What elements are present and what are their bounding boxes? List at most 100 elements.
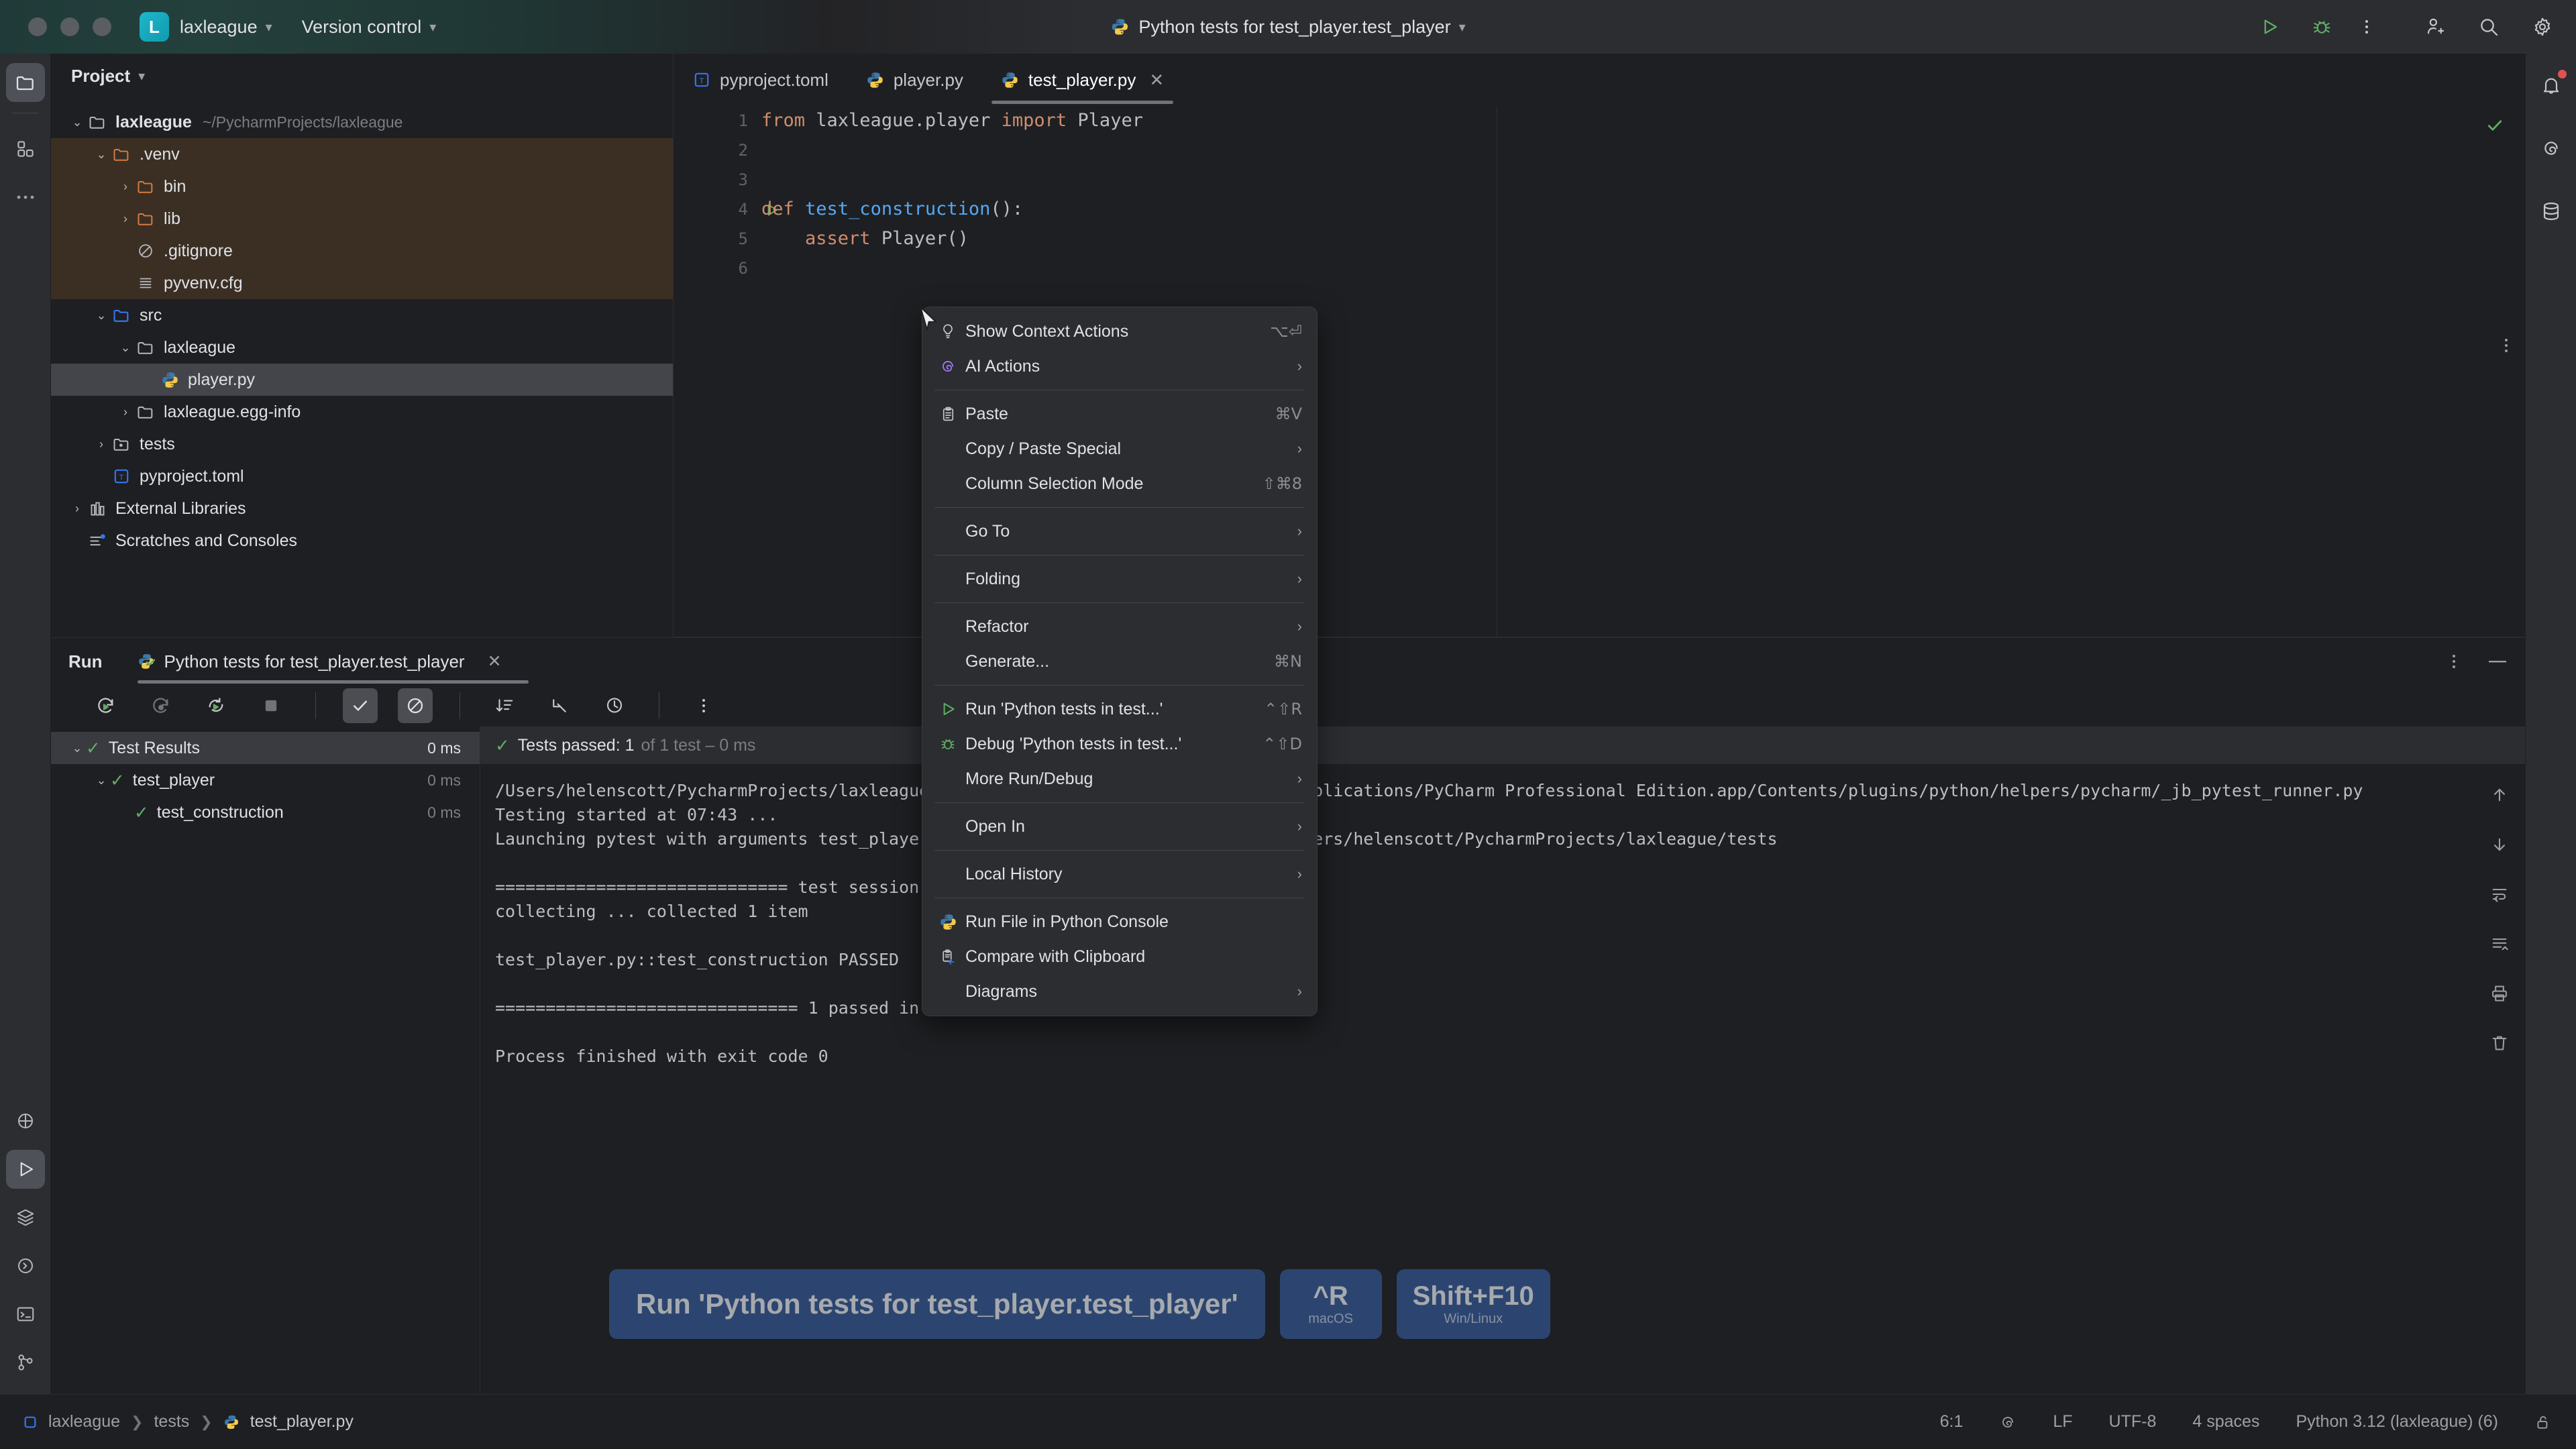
breadcrumb-item-project[interactable]: laxleague (48, 1412, 120, 1432)
maximize-window-button[interactable] (93, 17, 111, 36)
chevron-right-icon[interactable]: › (93, 437, 110, 451)
editor-tab-pyproject-toml[interactable]: Tpyproject.toml (674, 54, 847, 106)
chevron-down-icon[interactable]: ⌄ (68, 116, 86, 128)
menu-item-run-python-tests-in-test[interactable]: Run 'Python tests in test...' ⌃⇧R (922, 692, 1317, 727)
chevron-right-icon[interactable]: › (117, 180, 134, 194)
project-tree-item-tests[interactable]: › tests (51, 428, 673, 460)
menu-item-folding[interactable]: Folding › (922, 561, 1317, 596)
editor-tabs-more-icon[interactable] (2504, 335, 2509, 356)
project-tree-item-lib[interactable]: › lib (51, 203, 673, 235)
breadcrumb-item-folder[interactable]: tests (154, 1412, 189, 1432)
project-tree-item-laxleague[interactable]: ⌄ laxleague (51, 331, 673, 364)
print-icon[interactable] (2490, 984, 2509, 1003)
debug-icon[interactable] (2312, 17, 2332, 37)
soft-wrap-icon[interactable] (2490, 885, 2509, 904)
chevron-right-icon[interactable]: › (68, 502, 86, 516)
show-passed-tests-icon[interactable] (343, 688, 378, 723)
chevron-down-icon[interactable]: ⌄ (93, 148, 110, 160)
menu-item-column-selection-mode[interactable]: Column Selection Mode ⇧⌘8 (922, 466, 1317, 501)
version-control-widget[interactable]: Version control ▾ (302, 17, 437, 38)
ai-assistant-icon[interactable] (2532, 129, 2571, 168)
sidebar-item-version-control[interactable] (6, 1343, 45, 1382)
unlock-icon[interactable] (2534, 1413, 2552, 1431)
menu-item-ai-actions[interactable]: AI Actions › (922, 349, 1317, 384)
menu-item-run-file-in-python-console[interactable]: Run File in Python Console (922, 904, 1317, 939)
menu-item-diagrams[interactable]: Diagrams › (922, 974, 1317, 1009)
menu-item-compare-with-clipboard[interactable]: Compare with Clipboard (922, 939, 1317, 974)
breadcrumb-item-file[interactable]: test_player.py (250, 1412, 354, 1432)
test-tree-item-test-player[interactable]: ⌄ ✓ test_player 0 ms (51, 764, 480, 796)
sidebar-item-run[interactable] (5, 1150, 45, 1189)
chevron-down-icon[interactable]: ⌄ (93, 774, 110, 786)
project-panel-header[interactable]: Project ▾ (51, 54, 673, 98)
inspections-ok-icon[interactable] (2485, 115, 2505, 136)
gear-icon[interactable] (2532, 16, 2553, 38)
more-options-icon[interactable] (686, 688, 721, 723)
project-tree-item-external-libraries[interactable]: › External Libraries (51, 492, 673, 525)
run-icon[interactable] (2259, 17, 2279, 37)
window-controls[interactable] (28, 17, 111, 36)
project-file-tree[interactable]: ⌄ laxleague ~/PycharmProjects/laxleague ⌄ .v… (51, 98, 673, 557)
breadcrumb[interactable]: laxleague ❯ tests ❯ test_player.py (0, 1412, 354, 1432)
clear-all-icon[interactable] (2490, 1034, 2509, 1053)
search-icon[interactable] (2478, 16, 2500, 38)
sort-by-duration-icon[interactable] (487, 688, 522, 723)
menu-item-copy-paste-special[interactable]: Copy / Paste Special › (922, 431, 1317, 466)
menu-item-show-context-actions[interactable]: Show Context Actions ⌥⏎ (922, 314, 1317, 349)
project-tree-item-laxleague[interactable]: ⌄ laxleague ~/PycharmProjects/laxleague (51, 106, 673, 138)
menu-item-debug-python-tests-in-test[interactable]: Debug 'Python tests in test...' ⌃⇧D (922, 727, 1317, 761)
sidebar-item-more-tools[interactable] (6, 178, 45, 217)
editor-gutter[interactable]: 1 2 3 4 5 6 (674, 106, 777, 637)
editor-context-menu[interactable]: Show Context Actions ⌥⏎ AI Actions › Paste ⌘V… (922, 307, 1318, 1016)
chevron-down-icon[interactable]: ▾ (138, 68, 145, 85)
close-window-button[interactable] (28, 17, 47, 36)
chevron-down-icon[interactable]: ⌄ (68, 742, 86, 754)
test-tree-item-test-construction[interactable]: ✓ test_construction 0 ms (51, 796, 480, 828)
history-icon[interactable] (597, 688, 632, 723)
sidebar-item-project[interactable] (5, 63, 45, 102)
project-tree-item-player-py[interactable]: player.py (51, 364, 673, 396)
more-actions-icon[interactable] (2364, 17, 2369, 37)
sidebar-item-python-packages[interactable] (6, 1102, 45, 1140)
ai-assistant-icon[interactable] (1999, 1413, 2017, 1431)
run-configuration-tab[interactable]: Python tests for test_player.test_player… (137, 638, 529, 685)
chevron-right-icon[interactable]: › (117, 212, 134, 226)
show-ignored-tests-icon[interactable] (398, 688, 433, 723)
editor-tab-test-player-py[interactable]: test_player.py ✕ (982, 54, 1183, 106)
project-tree-item--venv[interactable]: ⌄ .venv (51, 138, 673, 170)
sidebar-item-services[interactable] (6, 1198, 45, 1237)
menu-item-go-to[interactable]: Go To › (922, 514, 1317, 549)
menu-item-local-history[interactable]: Local History › (922, 857, 1317, 892)
wrap-lines-icon[interactable] (2490, 934, 2509, 953)
sidebar-item-structure[interactable] (6, 129, 45, 168)
project-tree-item-pyvenv-cfg[interactable]: pyvenv.cfg (51, 267, 673, 299)
menu-item-refactor[interactable]: Refactor › (922, 609, 1317, 644)
sidebar-item-python-console[interactable] (6, 1246, 45, 1285)
minimize-window-button[interactable] (60, 17, 79, 36)
toggle-auto-test-icon[interactable] (199, 688, 233, 723)
interpreter-label[interactable]: Python 3.12 (laxleague) (6) (2296, 1412, 2498, 1432)
sidebar-item-terminal[interactable] (6, 1295, 45, 1334)
menu-item-open-in[interactable]: Open In › (922, 809, 1317, 844)
encoding-label[interactable]: UTF-8 (2109, 1412, 2157, 1432)
minimize-panel-icon[interactable] (2487, 658, 2508, 665)
database-icon[interactable] (2532, 192, 2571, 231)
caret-position-label[interactable]: 6:1 (1940, 1412, 1964, 1432)
chevron-down-icon[interactable]: ▾ (266, 19, 272, 36)
notifications-icon[interactable] (2532, 66, 2571, 105)
editor-tab-player-py[interactable]: player.py (847, 54, 982, 106)
project-tree-item-src[interactable]: ⌄ src (51, 299, 673, 331)
project-tree-item-pyproject-toml[interactable]: Tpyproject.toml (51, 460, 673, 492)
chevron-down-icon[interactable]: ⌄ (93, 309, 110, 321)
more-options-icon[interactable] (2451, 651, 2457, 672)
line-separator-label[interactable]: LF (2053, 1412, 2072, 1432)
run-configuration-widget[interactable]: Python tests for test_player.test_player… (1110, 17, 1466, 38)
expand-collapse-icon[interactable] (542, 688, 577, 723)
chevron-down-icon[interactable]: ⌄ (117, 341, 134, 354)
stop-icon[interactable] (254, 688, 288, 723)
test-results-tree[interactable]: ⌄ ✓ Test Results 0 ms ⌄ ✓ test_player 0 ms ✓ test… (51, 727, 480, 1394)
project-tree-item-laxleague-egg-info[interactable]: › laxleague.egg-info (51, 396, 673, 428)
scroll-up-icon[interactable] (2490, 786, 2509, 804)
scroll-down-icon[interactable] (2490, 835, 2509, 854)
rerun-icon[interactable] (89, 688, 123, 723)
